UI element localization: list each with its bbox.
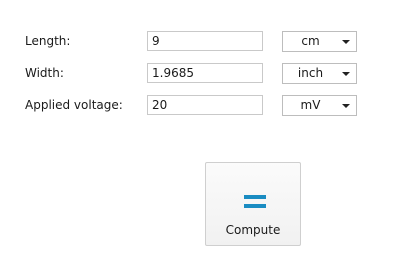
width-label: Width: [25,66,64,80]
voltage-input[interactable] [147,95,263,115]
chevron-down-icon [342,40,350,44]
length-input[interactable] [147,31,263,51]
equals-icon-bar-top [244,195,266,199]
length-label: Length: [25,34,71,48]
length-unit-value: cm [301,34,320,48]
compute-button-label: Compute [225,223,281,237]
voltage-unit-select[interactable]: mV [282,95,357,116]
chevron-down-icon [342,72,350,76]
width-unit-value: inch [297,66,324,80]
voltage-label: Applied voltage: [25,98,123,112]
width-unit-select[interactable]: inch [282,63,357,84]
equals-icon-bar-bottom [244,204,266,208]
width-input[interactable] [147,63,263,83]
length-unit-select[interactable]: cm [282,31,357,52]
compute-button[interactable]: Compute [205,162,301,246]
settings-panel: Length: cm Width: inch Applied voltage: … [0,0,395,259]
voltage-unit-value: mV [300,98,321,112]
chevron-down-icon [342,104,350,108]
equals-icon [244,195,266,209]
